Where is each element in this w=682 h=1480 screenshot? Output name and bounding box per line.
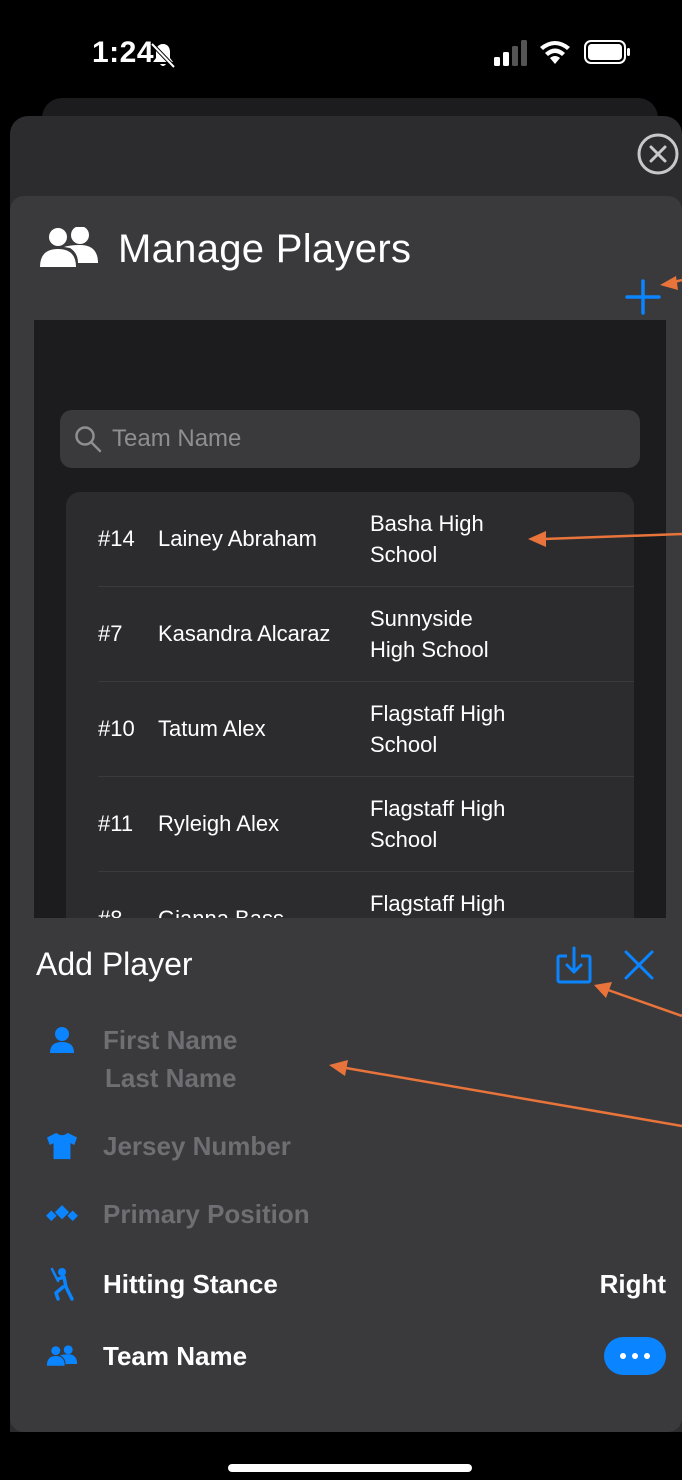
search-icon: [75, 426, 102, 453]
list-item[interactable]: #8 Gianna Bass Flagstaff High School: [98, 872, 634, 920]
save-download-icon[interactable]: [556, 946, 592, 984]
list-item[interactable]: #7 Kasandra Alcaraz Sunnyside High Schoo…: [98, 587, 634, 682]
player-name: Lainey Abraham: [158, 526, 317, 551]
first-name-field[interactable]: [103, 1024, 503, 1056]
hitting-stance-label: Hitting Stance: [103, 1268, 278, 1299]
bell-slash-icon: [150, 42, 176, 69]
last-name-field[interactable]: [105, 1062, 505, 1094]
player-school: Flagstaff High School: [370, 891, 506, 916]
add-player-title: Add Player: [36, 946, 193, 982]
list-item[interactable]: #14 Lainey Abraham Basha High School: [98, 492, 634, 587]
person-icon: [46, 1024, 78, 1056]
status-bar: 1:24: [0, 0, 682, 100]
player-number: #7: [98, 621, 123, 646]
diamond-icon: [46, 1198, 78, 1230]
primary-position-field[interactable]: [103, 1198, 503, 1230]
ellipsis-dot: [620, 1353, 626, 1359]
ellipsis-dot: [644, 1353, 650, 1359]
search-bar[interactable]: [60, 410, 640, 468]
players-list-area: #14 Lainey Abraham Basha High School #7 …: [34, 320, 666, 920]
first-name-row: [10, 1022, 682, 1058]
wifi-icon: [540, 41, 570, 64]
player-name: Ryleigh Alex: [158, 811, 280, 836]
close-circle-icon[interactable]: [636, 132, 680, 176]
page-header: Manage Players: [38, 222, 411, 276]
people-icon: [46, 1340, 78, 1372]
batter-icon: [46, 1267, 78, 1301]
jersey-icon: [46, 1130, 78, 1162]
add-player-plus-button[interactable]: [624, 278, 662, 316]
position-row: [10, 1196, 682, 1232]
battery-icon: [584, 40, 630, 64]
people-icon: [40, 227, 98, 267]
player-name: Kasandra Alcaraz: [158, 621, 331, 646]
ellipsis-dot: [632, 1353, 638, 1359]
player-name: Tatum Alex: [158, 716, 266, 741]
hitting-stance-value[interactable]: Right: [600, 1269, 666, 1300]
jersey-number-field[interactable]: [103, 1130, 503, 1162]
team-more-button[interactable]: [604, 1337, 666, 1375]
add-player-form: Add Player First Name Last Name Jersey N…: [10, 918, 682, 1432]
list-item[interactable]: #11 Ryleigh Alex Flagstaff High School: [98, 777, 634, 872]
player-school: Flagstaff High School: [370, 701, 506, 757]
search-input[interactable]: [112, 425, 632, 453]
status-time: 1:24: [92, 36, 155, 69]
home-indicator[interactable]: [228, 1464, 472, 1472]
player-number: #10: [98, 716, 135, 741]
cellular-signal-icon: [494, 40, 527, 66]
page-title: Manage Players: [118, 226, 412, 271]
player-number: #14: [98, 526, 135, 551]
team-name-label: Team Name: [103, 1340, 248, 1371]
players-list: #14 Lainey Abraham Basha High School #7 …: [66, 492, 634, 920]
list-item[interactable]: #10 Tatum Alex Flagstaff High School: [98, 682, 634, 777]
player-school: Sunnyside High School: [370, 606, 489, 662]
hitting-stance-row[interactable]: Hitting Stance Right: [10, 1264, 682, 1304]
player-school: Basha High School: [370, 511, 484, 567]
player-number: #11: [98, 811, 134, 836]
jersey-row: [10, 1128, 682, 1164]
x-icon[interactable]: [624, 950, 654, 980]
bottom-safe-area: [0, 1432, 682, 1480]
team-name-row: Team Name: [10, 1336, 682, 1376]
last-name-row: [10, 1060, 682, 1096]
player-school: Flagstaff High School: [370, 796, 506, 852]
